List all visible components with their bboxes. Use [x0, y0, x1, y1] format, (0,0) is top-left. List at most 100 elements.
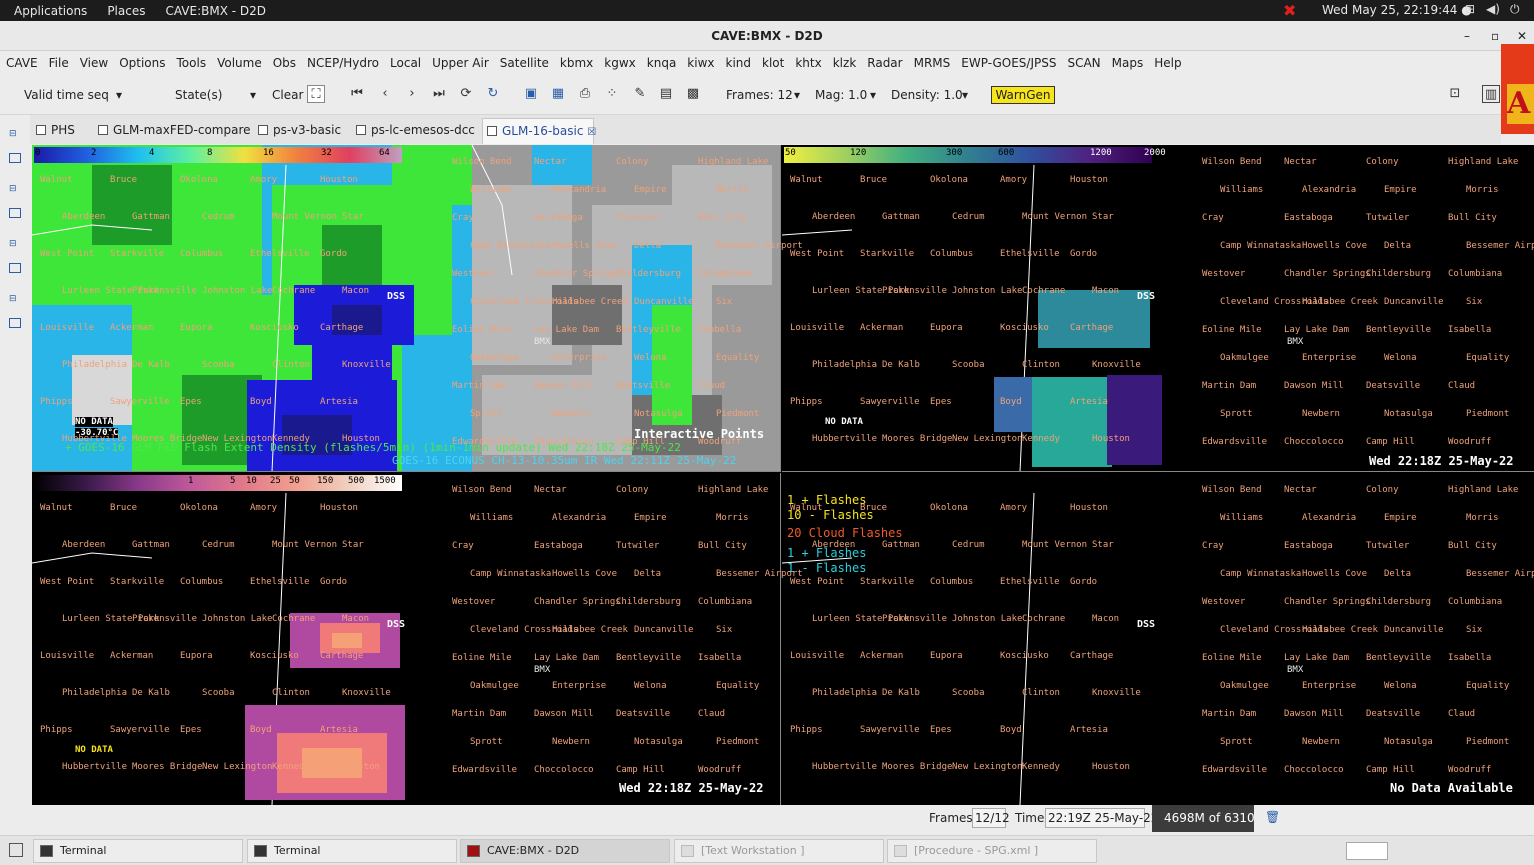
- memory-usage[interactable]: 4698M of 6310M: [1152, 805, 1254, 832]
- image-properties-icon[interactable]: ▣: [522, 85, 540, 103]
- show-desktop-icon[interactable]: [9, 843, 23, 857]
- close-notification-icon[interactable]: ✖: [1283, 1, 1296, 20]
- loop-icon[interactable]: ⟳: [457, 85, 475, 103]
- panel-bottom-right[interactable]: 1 + Flashes 10 - Flashes 20 Cloud Flashe…: [782, 473, 1534, 805]
- applications-menu[interactable]: Applications: [14, 4, 87, 18]
- next-frame-icon[interactable]: ›: [403, 85, 421, 103]
- tab-ps-v3-basic[interactable]: ps-v3-basic: [254, 118, 341, 144]
- pane-icon[interactable]: [9, 153, 21, 163]
- pane-icon[interactable]: [9, 263, 21, 273]
- refresh-icon[interactable]: ↻: [484, 85, 502, 103]
- no-data-label: NO DATA: [825, 417, 863, 427]
- menu-tools[interactable]: Tools: [177, 56, 207, 70]
- zoom-fit-icon[interactable]: ⛶: [307, 85, 325, 103]
- chevron-down-icon[interactable]: ▾: [116, 88, 122, 102]
- draw-icon[interactable]: ✎: [631, 85, 649, 103]
- workspace-switcher[interactable]: [1346, 842, 1388, 860]
- frames-dropdown[interactable]: Frames: 12: [726, 88, 793, 102]
- restore-icon[interactable]: ⊟: [9, 294, 21, 304]
- clock[interactable]: Wed May 25, 22:19:44 ●: [1322, 3, 1472, 17]
- menu-view[interactable]: View: [80, 56, 108, 70]
- previous-frame-icon[interactable]: ‹: [376, 85, 394, 103]
- power-icon[interactable]: ⏻: [1510, 2, 1520, 17]
- menu-khtx[interactable]: khtx: [795, 56, 821, 70]
- valid-time-seq-dropdown[interactable]: Valid time seq: [24, 88, 109, 102]
- map-display[interactable]: 0 2 4 8 16 32 64 DSS BMX NO DATA -30.70°…: [32, 145, 1534, 805]
- legend-tick: 2: [91, 148, 97, 158]
- legend-tick: 300: [946, 148, 963, 158]
- tab-glm-maxfed-compare[interactable]: GLM-maxFED-compare: [94, 118, 251, 144]
- menu-ncep-hydro[interactable]: NCEP/Hydro: [307, 56, 379, 70]
- sample-icon[interactable]: ⁘: [603, 85, 621, 103]
- tab-label: ps-v3-basic: [273, 123, 342, 137]
- taskbar-terminal-2[interactable]: Terminal: [247, 839, 457, 863]
- tab-glm-16-basic[interactable]: GLM-16-basic ☒: [482, 118, 596, 144]
- panel-bottom-left[interactable]: 1 5 10 25 50 150 500 1500 DSS BMX NO DAT…: [32, 473, 781, 805]
- taskbar-procedure[interactable]: [Procedure - SPG.xml ]: [887, 839, 1097, 863]
- menu-kiwx[interactable]: kiwx: [687, 56, 714, 70]
- menu-satellite[interactable]: Satellite: [500, 56, 549, 70]
- tab-label: ps-lc-emesos-dcc: [371, 123, 475, 137]
- taskbar-text-workstation[interactable]: [Text Workstation ]: [674, 839, 884, 863]
- maximize-icon[interactable]: ▫: [1491, 21, 1499, 51]
- tab-phs[interactable]: PHS: [32, 118, 75, 144]
- menubar: CAVE File View Options Tools Volume Obs …: [0, 51, 1534, 75]
- menu-mrms[interactable]: MRMS: [914, 56, 951, 70]
- window-icon: [681, 845, 694, 857]
- taskbar: Terminal Terminal CAVE:BMX - D2D [Text W…: [0, 835, 1534, 865]
- image-combine-icon[interactable]: ▦: [549, 85, 567, 103]
- menu-ewp-goes-jpss[interactable]: EWP-GOES/JPSS: [961, 56, 1056, 70]
- menu-local[interactable]: Local: [390, 56, 421, 70]
- restore-icon[interactable]: ⊟: [9, 239, 21, 249]
- chevron-down-icon[interactable]: ▾: [962, 88, 968, 102]
- menu-upper-air[interactable]: Upper Air: [432, 56, 489, 70]
- mag-dropdown[interactable]: Mag: 1.0: [815, 88, 867, 102]
- menu-help[interactable]: Help: [1154, 56, 1181, 70]
- menu-obs[interactable]: Obs: [273, 56, 296, 70]
- warngen-button[interactable]: WarnGen: [991, 86, 1055, 104]
- flash-label: 1 + Flashes: [787, 546, 867, 560]
- menu-volume[interactable]: Volume: [217, 56, 262, 70]
- open-perspective-icon[interactable]: ⊡: [1446, 85, 1464, 103]
- menu-file[interactable]: File: [49, 56, 69, 70]
- states-dropdown[interactable]: State(s): [175, 88, 222, 102]
- menu-kind[interactable]: kind: [726, 56, 752, 70]
- chevron-down-icon[interactable]: ▾: [794, 88, 800, 102]
- density-dropdown[interactable]: Density: 1.0: [891, 88, 963, 102]
- trash-icon[interactable]: 🗑: [1265, 810, 1280, 824]
- pane-icon[interactable]: [9, 208, 21, 218]
- menu-radar[interactable]: Radar: [867, 56, 902, 70]
- menu-kgwx[interactable]: kgwx: [604, 56, 635, 70]
- pane-icon[interactable]: [9, 318, 21, 328]
- cave-icon: [467, 845, 480, 857]
- tab-ps-lc-emesos-dcc[interactable]: ps-lc-emesos-dcc: [352, 118, 475, 144]
- menu-cave[interactable]: CAVE: [6, 56, 38, 70]
- four-panel-icon[interactable]: ▩: [684, 85, 702, 103]
- first-frame-icon[interactable]: ⏮: [348, 85, 366, 103]
- panel-top-right[interactable]: 50 120 300 600 1200 2000 DSS BMX NO DATA…: [782, 145, 1534, 472]
- print-icon[interactable]: ⎙: [576, 85, 594, 103]
- menu-scan[interactable]: SCAN: [1067, 56, 1100, 70]
- last-frame-icon[interactable]: ⏭: [430, 85, 448, 103]
- menu-maps[interactable]: Maps: [1112, 56, 1144, 70]
- close-tab-icon[interactable]: ☒: [587, 127, 596, 138]
- menu-knqa[interactable]: knqa: [647, 56, 677, 70]
- volume-icon[interactable]: ◀): [1486, 2, 1500, 16]
- chevron-down-icon[interactable]: ▾: [870, 88, 876, 102]
- minimize-icon[interactable]: –: [1464, 21, 1470, 51]
- d2d-perspective-icon[interactable]: ▥: [1482, 85, 1500, 103]
- menu-kbmx[interactable]: kbmx: [560, 56, 593, 70]
- single-panel-icon[interactable]: ▤: [657, 85, 675, 103]
- chevron-down-icon[interactable]: ▾: [250, 88, 256, 102]
- places-menu[interactable]: Places: [107, 4, 145, 18]
- taskbar-terminal-1[interactable]: Terminal: [33, 839, 243, 863]
- taskbar-cave[interactable]: CAVE:BMX - D2D: [460, 839, 670, 863]
- restore-icon[interactable]: ⊟: [9, 129, 21, 139]
- menu-klzk[interactable]: klzk: [833, 56, 857, 70]
- restore-icon[interactable]: ⊟: [9, 184, 21, 194]
- clear-button[interactable]: Clear: [272, 88, 303, 102]
- panel-top-left[interactable]: 0 2 4 8 16 32 64 DSS BMX NO DATA -30.70°…: [32, 145, 781, 472]
- menu-options[interactable]: Options: [119, 56, 165, 70]
- menu-klot[interactable]: klot: [762, 56, 784, 70]
- network-icon[interactable]: ⊞: [1465, 2, 1475, 16]
